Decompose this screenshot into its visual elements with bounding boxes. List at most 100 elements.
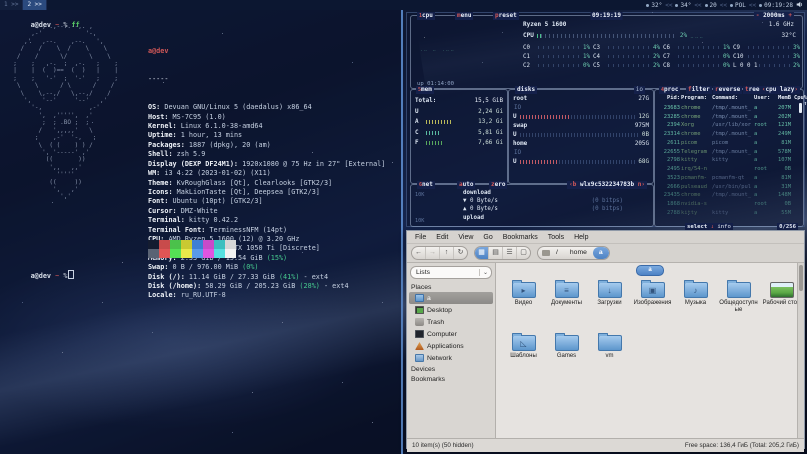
net-zero-button[interactable]: zero: [489, 181, 507, 189]
disks-box-title[interactable]: disks: [515, 86, 537, 94]
proc-sort-selector[interactable]: ‹cpu lazy›: [760, 86, 800, 94]
network-icon: [415, 354, 424, 362]
btop-clock: 09:19:19: [590, 12, 623, 20]
devices-header[interactable]: Devices: [407, 364, 495, 374]
status-separator: <<: [665, 2, 672, 9]
menu-view[interactable]: View: [453, 234, 478, 241]
proc-row[interactable]: 1868nvidia-sroot0B0.0: [659, 200, 797, 209]
icon-view-button[interactable]: ▦: [475, 247, 489, 259]
sidebar-item-computer[interactable]: Computer: [409, 328, 493, 340]
breadcrumb-item[interactable]: a: [593, 247, 609, 259]
folder-view[interactable]: a ▸Видео≡Документы↓Загрузки▣Изображения♪…: [496, 263, 804, 438]
proc-row[interactable]: 2666pulseaud/usr/bin/pula31M0.0: [659, 182, 797, 191]
file-item[interactable]: Общедоступные: [717, 279, 760, 332]
filemanager-window[interactable]: FileEditViewGoBookmarksToolsHelp ←→↑↻ ▦▤…: [406, 230, 805, 449]
proc-box-title[interactable]: 4proc: [659, 86, 680, 94]
proc-cell-cpu: 0.1: [792, 210, 797, 216]
core-name: L 0 0 1: [733, 63, 757, 69]
mem-row: U2,24 Gi: [415, 107, 503, 118]
proc-row[interactable]: 2495irq/54-nroot0B0.0: [659, 165, 797, 174]
menu-go[interactable]: Go: [478, 234, 497, 241]
bookmarks-header[interactable]: Bookmarks: [407, 374, 495, 384]
proc-cell-usr: a: [754, 184, 770, 190]
terminal-window[interactable]: a@dev ~ % ff , .,--..--,. , ,-' '-, ,' ,…: [0, 10, 403, 454]
proc-row[interactable]: 3523pcmanfm-pcmanfm-qta81M0.0: [659, 174, 797, 183]
menu-help[interactable]: Help: [569, 234, 593, 241]
btop-window[interactable]: 1cpu menu preset 09:19:19 - 2000ms + Ryz…: [406, 12, 805, 227]
fetch-key: Disk (/):: [148, 273, 185, 281]
proc-cell-usr: a: [754, 149, 770, 155]
proc-row[interactable]: 23314chrome/tmp/.mount_a249M0.0: [659, 130, 797, 139]
net-interface-switcher[interactable]: ‹b wlx9c532234783b n›: [567, 181, 647, 189]
compact-view-button[interactable]: ▤: [489, 247, 503, 259]
sidebar-item-desktop[interactable]: Desktop: [409, 304, 493, 316]
mem-row-value: 13,2 Gi: [478, 119, 503, 125]
net-box-title[interactable]: 6net: [417, 181, 435, 189]
file-item[interactable]: ≡Документы: [545, 279, 588, 332]
proc-row[interactable]: 2798kittykittya107M0.2: [659, 156, 797, 165]
proc-scrollbar[interactable]: [799, 103, 802, 113]
file-item[interactable]: Games: [545, 332, 588, 385]
update-interval[interactable]: - 2000ms +: [754, 12, 794, 20]
proc-tree-button[interactable]: tree: [743, 86, 761, 94]
sidebar-item-a[interactable]: a: [409, 292, 493, 304]
file-label: Документы: [551, 300, 582, 307]
folder-scrollbar[interactable]: [797, 263, 804, 438]
upload-bits: (0 bitps): [592, 205, 623, 213]
net-traffic: download ▼ 0 Byte/s(0 bitps) ▲ 0 Byte/s(…: [463, 189, 623, 222]
terminal-prompt-bottom[interactable]: a@dev ~ %: [6, 262, 74, 288]
prompt-symbol: %: [63, 272, 67, 280]
breadcrumb-item[interactable]: home: [564, 247, 593, 259]
workspace-button[interactable]: 2 >>: [23, 0, 46, 10]
file-item[interactable]: ↓Загрузки: [588, 279, 631, 332]
disks-io-mode[interactable]: io: [634, 86, 645, 94]
proc-row[interactable]: 2394Xorg/usr/lib/xorroot121M0.2: [659, 121, 797, 130]
forward-button[interactable]: →: [426, 247, 440, 259]
proc-row[interactable]: 2611picompicoma81M0.0: [659, 139, 797, 148]
proc-filter-button[interactable]: filter: [686, 86, 712, 94]
sidebar-item-applications[interactable]: Applications: [409, 340, 493, 352]
mem-total-label: Total:: [415, 98, 436, 104]
file-label: Шаблоны: [510, 353, 537, 360]
proc-row[interactable]: 23435chrome/tmp/.mount_a148M0.0: [659, 191, 797, 200]
proc-row[interactable]: 22655Telegram/tmp/.mount_a578M0.0: [659, 147, 797, 156]
sidebar-item-network[interactable]: Network: [409, 352, 493, 364]
menu-button[interactable]: menu: [455, 12, 473, 20]
reload-button[interactable]: ↻: [454, 247, 467, 259]
preset-button[interactable]: preset: [493, 12, 519, 20]
workspace-button[interactable]: 1 >>: [0, 0, 23, 10]
disk-name: swap: [513, 123, 527, 129]
proc-reverse-button[interactable]: reverse: [713, 86, 742, 94]
file-item[interactable]: ▣Изображения: [631, 279, 674, 332]
core-meter: [678, 55, 721, 58]
menu-tools[interactable]: Tools: [543, 234, 569, 241]
side-pane-selector[interactable]: Lists ⌄: [410, 266, 492, 279]
volume-icon[interactable]: [796, 1, 803, 10]
up-button[interactable]: ↑: [440, 247, 454, 259]
proc-row[interactable]: 2788kittykittya55M0.1: [659, 209, 797, 218]
proc-row[interactable]: 23285chrome/tmp/.mount_a202M0.0: [659, 112, 797, 121]
proc-cell-prog: pcmanfm-: [681, 175, 711, 181]
file-item[interactable]: ◺Шаблоны: [502, 332, 545, 385]
breadcrumb-item[interactable]: /: [550, 247, 564, 259]
net-auto-button[interactable]: auto: [457, 181, 475, 189]
cpu-box-title[interactable]: 1cpu: [417, 12, 435, 20]
file-item[interactable]: ▸Видео: [502, 279, 545, 332]
tab-a[interactable]: a: [636, 265, 664, 276]
proc-row[interactable]: 23683chrome/tmp/.mount_a207M0.0: [659, 104, 797, 113]
back-button[interactable]: ←: [412, 247, 426, 259]
proc-cell-mem: 202M: [771, 114, 791, 120]
trash-icon: [415, 318, 424, 326]
detailed-view-button[interactable]: ☰: [503, 247, 517, 259]
menu-edit[interactable]: Edit: [431, 234, 453, 241]
proc-cell-pid: 1868: [659, 201, 680, 207]
thumbnail-view-button[interactable]: ▢: [517, 247, 530, 259]
file-item[interactable]: ♪Музыка: [674, 279, 717, 332]
palette-swatch-dark: [148, 240, 159, 249]
mem-box-title[interactable]: 5mem: [416, 86, 434, 94]
file-item[interactable]: vm: [588, 332, 631, 385]
menu-bookmarks[interactable]: Bookmarks: [498, 234, 543, 241]
cpu-core-cell: C11%: [523, 52, 590, 61]
sidebar-item-trash[interactable]: Trash: [409, 316, 493, 328]
menu-file[interactable]: File: [410, 234, 431, 241]
